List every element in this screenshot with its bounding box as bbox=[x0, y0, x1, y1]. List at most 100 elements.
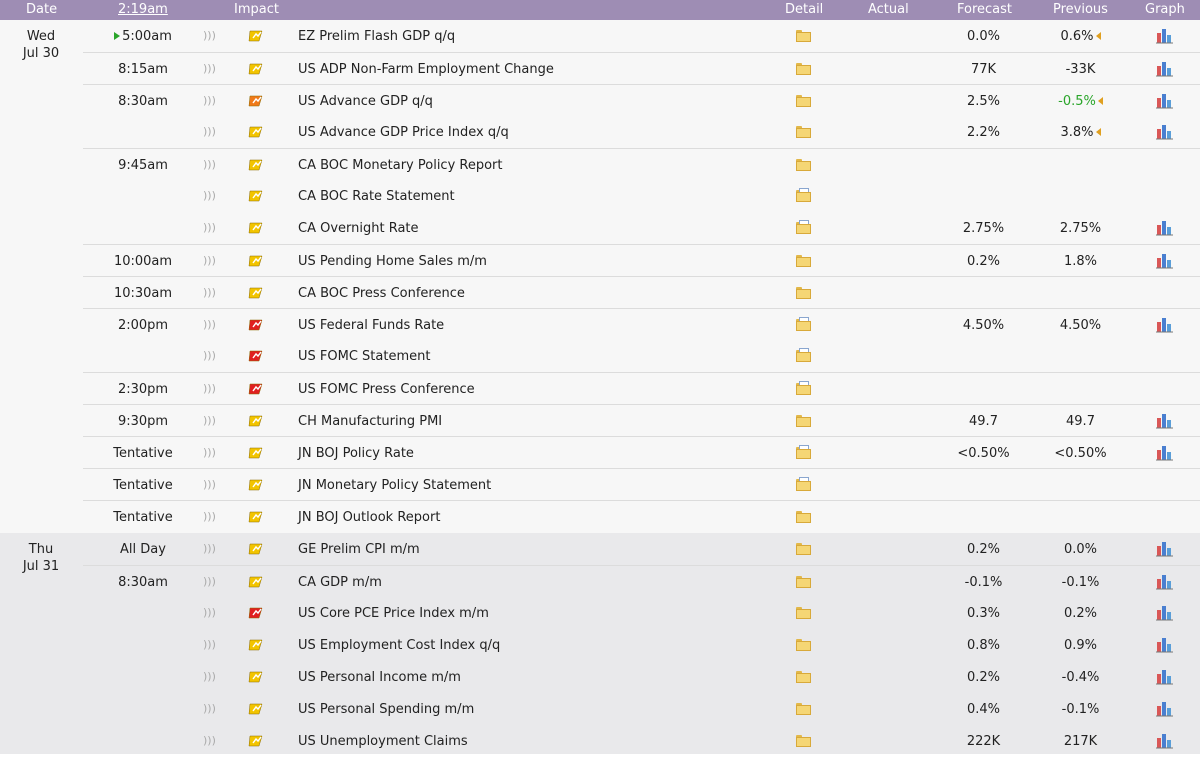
detail-folder-icon[interactable] bbox=[796, 95, 811, 107]
event-name[interactable]: US Personal Spending m/m bbox=[298, 702, 474, 717]
sound-icon[interactable]: ))) bbox=[203, 478, 216, 491]
event-row[interactable]: ))) CA BOC Rate Statement bbox=[83, 180, 1200, 212]
detail-folder-icon[interactable] bbox=[796, 381, 811, 395]
impact-low-icon[interactable] bbox=[248, 542, 264, 556]
event-name[interactable]: US Federal Funds Rate bbox=[298, 318, 444, 333]
event-name[interactable]: US FOMC Press Conference bbox=[298, 382, 475, 397]
event-row[interactable]: 2:00pm))) US Federal Funds Rate 4.50% 4.50% bbox=[83, 308, 1200, 341]
detail-folder-icon[interactable] bbox=[796, 63, 811, 75]
event-name[interactable]: EZ Prelim Flash GDP q/q bbox=[298, 29, 455, 44]
sound-icon[interactable]: ))) bbox=[203, 670, 216, 683]
event-name[interactable]: US ADP Non-Farm Employment Change bbox=[298, 62, 554, 77]
detail-folder-icon[interactable] bbox=[796, 511, 811, 523]
detail-folder-icon[interactable] bbox=[796, 735, 811, 747]
bar-chart-icon[interactable] bbox=[1156, 604, 1174, 621]
event-name[interactable]: US Employment Cost Index q/q bbox=[298, 638, 500, 653]
bar-chart-icon[interactable] bbox=[1156, 636, 1174, 653]
impact-low-icon[interactable] bbox=[248, 734, 264, 748]
event-row[interactable]: 5:00am))) EZ Prelim Flash GDP q/q 0.0% 0.6% bbox=[83, 20, 1200, 52]
sound-icon[interactable]: ))) bbox=[203, 542, 216, 555]
sound-icon[interactable]: ))) bbox=[203, 349, 216, 362]
event-name[interactable]: JN BOJ Policy Rate bbox=[298, 446, 414, 461]
impact-low-icon[interactable] bbox=[248, 446, 264, 460]
detail-folder-icon[interactable] bbox=[796, 607, 811, 619]
event-row[interactable]: Tentative))) JN BOJ Policy Rate <0.50% <0.5… bbox=[83, 436, 1200, 469]
event-row[interactable]: 8:30am))) US Advance GDP q/q 2.5% -0.5% bbox=[83, 84, 1200, 117]
event-name[interactable]: US Unemployment Claims bbox=[298, 734, 468, 749]
event-row[interactable]: ))) US Advance GDP Price Index q/q 2.2% 3.8… bbox=[83, 116, 1200, 148]
detail-folder-icon[interactable] bbox=[796, 576, 811, 588]
impact-low-icon[interactable] bbox=[248, 478, 264, 492]
sound-icon[interactable]: ))) bbox=[203, 254, 216, 267]
revised-marker-icon[interactable] bbox=[1097, 97, 1103, 105]
event-row[interactable]: 9:45am))) CA BOC Monetary Policy Report bbox=[83, 148, 1200, 181]
revised-marker-icon[interactable] bbox=[1095, 128, 1101, 136]
impact-low-icon[interactable] bbox=[248, 286, 264, 300]
detail-folder-icon[interactable] bbox=[796, 543, 811, 555]
detail-folder-icon[interactable] bbox=[796, 415, 811, 427]
impact-medium-icon[interactable] bbox=[248, 94, 264, 108]
sound-icon[interactable]: ))) bbox=[203, 702, 216, 715]
detail-folder-icon[interactable] bbox=[796, 287, 811, 299]
sound-icon[interactable]: ))) bbox=[203, 414, 216, 427]
bar-chart-icon[interactable] bbox=[1156, 92, 1174, 109]
impact-high-icon[interactable] bbox=[248, 318, 264, 332]
detail-folder-icon[interactable] bbox=[796, 445, 811, 459]
impact-low-icon[interactable] bbox=[248, 189, 264, 203]
bar-chart-icon[interactable] bbox=[1156, 732, 1174, 749]
detail-folder-icon[interactable] bbox=[796, 671, 811, 683]
bar-chart-icon[interactable] bbox=[1156, 219, 1174, 236]
event-row[interactable]: ))) US FOMC Statement bbox=[83, 340, 1200, 372]
impact-low-icon[interactable] bbox=[248, 125, 264, 139]
event-row[interactable]: ))) US Unemployment Claims 222K 217K bbox=[83, 725, 1200, 757]
event-name[interactable]: GE Prelim CPI m/m bbox=[298, 542, 420, 557]
event-row[interactable]: ))) US Personal Income m/m 0.2% -0.4% bbox=[83, 661, 1200, 693]
bar-chart-icon[interactable] bbox=[1156, 444, 1174, 461]
impact-low-icon[interactable] bbox=[248, 29, 264, 43]
event-row[interactable]: 10:30am))) CA BOC Press Conference bbox=[83, 276, 1200, 309]
impact-low-icon[interactable] bbox=[248, 638, 264, 652]
event-name[interactable]: CA GDP m/m bbox=[298, 575, 382, 590]
event-name[interactable]: CH Manufacturing PMI bbox=[298, 414, 442, 429]
impact-low-icon[interactable] bbox=[248, 702, 264, 716]
event-name[interactable]: CA BOC Press Conference bbox=[298, 286, 465, 301]
event-name[interactable]: US Personal Income m/m bbox=[298, 670, 461, 685]
sound-icon[interactable]: ))) bbox=[203, 94, 216, 107]
sound-icon[interactable]: ))) bbox=[203, 382, 216, 395]
sound-icon[interactable]: ))) bbox=[203, 606, 216, 619]
sound-icon[interactable]: ))) bbox=[203, 638, 216, 651]
sound-icon[interactable]: ))) bbox=[203, 510, 216, 523]
event-name[interactable]: US Advance GDP q/q bbox=[298, 94, 433, 109]
detail-folder-icon[interactable] bbox=[796, 126, 811, 138]
bar-chart-icon[interactable] bbox=[1156, 668, 1174, 685]
impact-low-icon[interactable] bbox=[248, 670, 264, 684]
bar-chart-icon[interactable] bbox=[1156, 700, 1174, 717]
sound-icon[interactable]: ))) bbox=[203, 62, 216, 75]
sound-icon[interactable]: ))) bbox=[203, 575, 216, 588]
event-name[interactable]: CA BOC Rate Statement bbox=[298, 189, 455, 204]
event-row[interactable]: 10:00am))) US Pending Home Sales m/m 0.2% 1… bbox=[83, 244, 1200, 277]
event-name[interactable]: CA BOC Monetary Policy Report bbox=[298, 158, 503, 173]
impact-low-icon[interactable] bbox=[248, 414, 264, 428]
impact-low-icon[interactable] bbox=[248, 254, 264, 268]
event-name[interactable]: US Core PCE Price Index m/m bbox=[298, 606, 489, 621]
impact-low-icon[interactable] bbox=[248, 510, 264, 524]
sound-icon[interactable]: ))) bbox=[203, 734, 216, 747]
sound-icon[interactable]: ))) bbox=[203, 286, 216, 299]
bar-chart-icon[interactable] bbox=[1156, 412, 1174, 429]
event-row[interactable]: Tentative))) JN BOJ Outlook Report bbox=[83, 500, 1200, 533]
sound-icon[interactable]: ))) bbox=[203, 221, 216, 234]
sound-icon[interactable]: ))) bbox=[203, 125, 216, 138]
event-row[interactable]: All Day))) GE Prelim CPI m/m 0.2% 0.0% bbox=[83, 533, 1200, 565]
event-row[interactable]: 9:30pm))) CH Manufacturing PMI 49.7 49.7 bbox=[83, 404, 1200, 437]
bar-chart-icon[interactable] bbox=[1156, 573, 1174, 590]
sound-icon[interactable]: ))) bbox=[203, 446, 216, 459]
detail-folder-icon[interactable] bbox=[796, 317, 811, 331]
detail-folder-icon[interactable] bbox=[796, 30, 811, 42]
event-row[interactable]: ))) US Core PCE Price Index m/m 0.3% 0.2% bbox=[83, 597, 1200, 629]
bar-chart-icon[interactable] bbox=[1156, 60, 1174, 77]
event-name[interactable]: US Pending Home Sales m/m bbox=[298, 254, 487, 269]
detail-folder-icon[interactable] bbox=[796, 639, 811, 651]
impact-high-icon[interactable] bbox=[248, 606, 264, 620]
revised-marker-icon[interactable] bbox=[1095, 32, 1101, 40]
